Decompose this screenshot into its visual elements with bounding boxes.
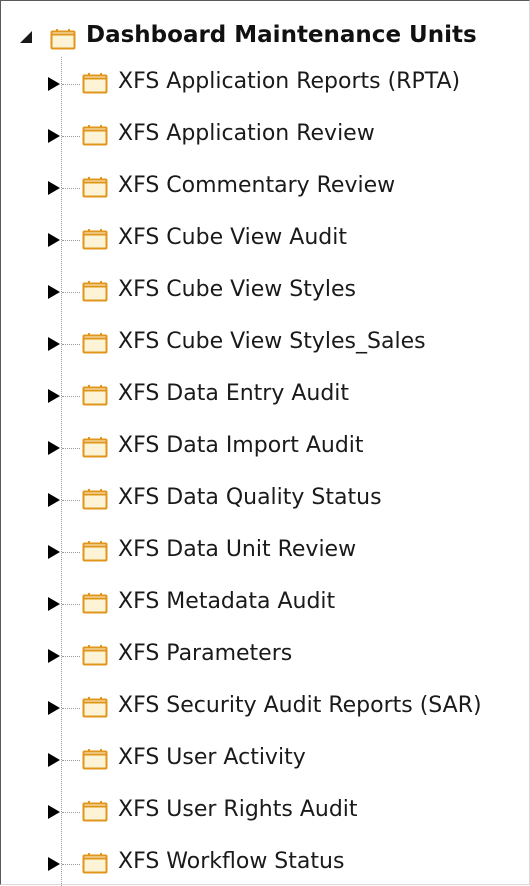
expand-triangle-icon[interactable] [47, 856, 61, 872]
tree-item-label[interactable]: XFS Application Reports (RPTA) [118, 69, 460, 94]
tree-item-label[interactable]: XFS Cube View Styles [118, 277, 356, 302]
folder-icon [82, 229, 108, 250]
folder-icon [82, 801, 108, 822]
expand-triangle-icon[interactable] [47, 232, 61, 248]
tree-item[interactable]: XFS Application Reports (RPTA) [1, 65, 529, 105]
tree-item-label[interactable]: XFS Cube View Audit [118, 225, 347, 250]
folder-icon [82, 541, 108, 562]
tree-item[interactable]: XFS Cube View Audit [1, 221, 529, 261]
expand-triangle-icon[interactable] [47, 128, 61, 144]
tree-item-label[interactable]: XFS Workflow Status [118, 849, 344, 874]
collapse-triangle-icon[interactable] [19, 30, 33, 44]
tree-connector-line [62, 136, 80, 137]
folder-icon [82, 437, 108, 458]
tree-item[interactable]: XFS Parameters [1, 637, 529, 677]
tree-connector-line [62, 84, 80, 85]
folder-icon [82, 749, 108, 770]
expand-triangle-icon[interactable] [47, 388, 61, 404]
tree-connector-line [62, 240, 80, 241]
tree-connector-line [62, 552, 80, 553]
expand-triangle-icon[interactable] [47, 804, 61, 820]
folder-icon [82, 177, 108, 198]
tree-item[interactable]: XFS Metadata Audit [1, 585, 529, 625]
tree-connector-line [62, 656, 80, 657]
folder-icon [82, 853, 108, 874]
expand-triangle-icon[interactable] [47, 752, 61, 768]
tree-item-label[interactable]: XFS User Rights Audit [118, 797, 358, 822]
expand-triangle-icon[interactable] [47, 440, 61, 456]
tree-item-label[interactable]: XFS User Activity [118, 745, 306, 770]
tree-item[interactable]: XFS Data Quality Status [1, 481, 529, 521]
tree-item[interactable]: XFS Security Audit Reports (SAR) [1, 689, 529, 729]
tree-connector-line [62, 864, 80, 865]
tree-item-label[interactable]: XFS Data Quality Status [118, 485, 382, 510]
tree-item[interactable]: XFS Data Unit Review [1, 533, 529, 573]
expand-triangle-icon[interactable] [47, 76, 61, 92]
folder-icon [50, 29, 76, 50]
tree-item[interactable]: XFS Workflow Status [1, 845, 529, 885]
folder-icon [82, 645, 108, 666]
tree-item[interactable]: XFS User Rights Audit [1, 793, 529, 833]
tree-connector-line [62, 292, 80, 293]
tree-item-label[interactable]: XFS Security Audit Reports (SAR) [118, 693, 482, 718]
tree-connector-line [62, 344, 80, 345]
tree-root-label[interactable]: Dashboard Maintenance Units [86, 22, 477, 48]
expand-triangle-icon[interactable] [47, 648, 61, 664]
folder-icon [82, 489, 108, 510]
tree-connector-line [62, 188, 80, 189]
expand-triangle-icon[interactable] [47, 700, 61, 716]
tree-connector-line [62, 448, 80, 449]
tree-item[interactable]: XFS User Activity [1, 741, 529, 781]
tree-item[interactable]: XFS Cube View Styles [1, 273, 529, 313]
expand-triangle-icon[interactable] [47, 544, 61, 560]
tree-item-label[interactable]: XFS Parameters [118, 641, 292, 666]
expand-triangle-icon[interactable] [47, 492, 61, 508]
tree-item-label[interactable]: XFS Commentary Review [118, 173, 395, 198]
tree-item[interactable]: XFS Commentary Review [1, 169, 529, 209]
folder-icon [82, 333, 108, 354]
tree-item[interactable]: XFS Application Review [1, 117, 529, 157]
tree-item-label[interactable]: XFS Data Import Audit [118, 433, 364, 458]
tree-connector-line [62, 396, 80, 397]
folder-icon [82, 125, 108, 146]
tree-item[interactable]: XFS Cube View Styles_Sales [1, 325, 529, 365]
tree-connector-line [62, 604, 80, 605]
tree-item-label[interactable]: XFS Metadata Audit [118, 589, 335, 614]
tree-connector-line [62, 708, 80, 709]
tree-connector-line [62, 500, 80, 501]
tree-connector-line [62, 812, 80, 813]
folder-icon [82, 281, 108, 302]
tree-item[interactable]: XFS Data Import Audit [1, 429, 529, 469]
tree-connector-line [62, 760, 80, 761]
folder-icon [82, 593, 108, 614]
tree-item[interactable]: XFS Data Entry Audit [1, 377, 529, 417]
tree-root-node[interactable]: Dashboard Maintenance Units [1, 19, 529, 57]
folder-icon [82, 697, 108, 718]
tree-item-label[interactable]: XFS Cube View Styles_Sales [118, 329, 426, 354]
expand-triangle-icon[interactable] [47, 336, 61, 352]
expand-triangle-icon[interactable] [47, 180, 61, 196]
expand-triangle-icon[interactable] [47, 284, 61, 300]
folder-icon [82, 385, 108, 406]
tree-item-label[interactable]: XFS Application Review [118, 121, 375, 146]
expand-triangle-icon[interactable] [47, 596, 61, 612]
tree-item-label[interactable]: XFS Data Unit Review [118, 537, 356, 562]
tree-panel: Dashboard Maintenance Units XFS Applicat… [0, 0, 530, 886]
tree-item-label[interactable]: XFS Data Entry Audit [118, 381, 349, 406]
folder-icon [82, 73, 108, 94]
